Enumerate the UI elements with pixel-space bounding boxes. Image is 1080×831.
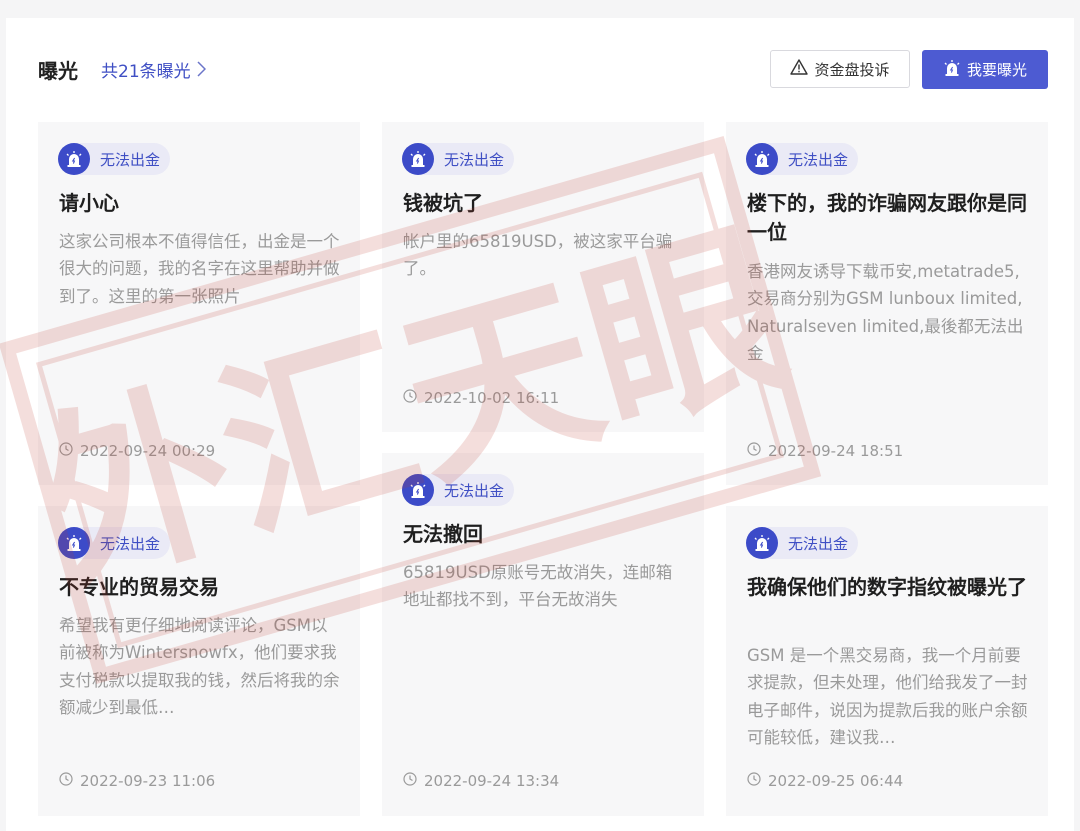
card-title: 钱被坑了 [403, 191, 483, 215]
card-body: GSM 是一个黑交易商，我一个月前要求提款，但未处理，他们给我发了一封电子邮件，… [747, 646, 1028, 747]
category-tag-label: 无法出金 [788, 534, 849, 553]
section-title: 曝光 [38, 59, 78, 83]
alarm-icon [58, 143, 90, 175]
card-time-text: 2022-09-23 11:06 [80, 772, 216, 790]
card-timestamp: 2022-09-24 13:34 [403, 772, 559, 790]
exposure-card[interactable]: 无法出金 不专业的贸易交易 希望我有更仔细地阅读评论，GSM以前被称为Winte… [38, 506, 360, 816]
clock-icon [59, 772, 80, 790]
clock-icon [403, 389, 424, 407]
card-timestamp: 2022-10-02 16:11 [403, 389, 559, 407]
clock-icon [747, 772, 768, 790]
alarm-icon [58, 527, 90, 559]
expose-label: 我要曝光 [966, 61, 1027, 79]
category-tag-label: 无法出金 [444, 481, 505, 500]
card-timestamp: 2022-09-24 18:51 [747, 442, 903, 460]
category-tag-label: 无法出金 [444, 150, 505, 169]
category-tag: 无法出金 [402, 474, 515, 506]
warning-icon [790, 59, 814, 79]
card-body: 65819USD原账号无故消失，连邮箱地址都找不到，平台无故消失 [403, 563, 673, 610]
card-time-text: 2022-09-25 06:44 [768, 772, 904, 790]
alarm-icon [746, 527, 778, 559]
category-tag: 无法出金 [402, 143, 515, 175]
exposure-count-link[interactable]: 共21条曝光 [101, 60, 206, 84]
alarm-icon [746, 143, 778, 175]
alarm-icon [943, 59, 967, 81]
card-timestamp: 2022-09-23 11:06 [59, 772, 215, 790]
alarm-icon [402, 474, 434, 506]
card-body: 希望我有更仔细地阅读评论，GSM以前被称为Wintersnowfx，他们要求我支… [59, 616, 340, 717]
exposure-count-label: 共21条曝光 [101, 62, 191, 82]
category-tag: 无法出金 [746, 143, 859, 175]
exposure-card[interactable]: 无法出金 钱被坑了 帐户里的65819USD，被这家平台骗了。 2022-10-… [382, 122, 704, 432]
exposure-card[interactable]: 无法出金 楼下的，我的诈骗网友跟你是同一位 香港网友诱导下载币安,metatra… [726, 122, 1048, 485]
category-tag: 无法出金 [58, 143, 171, 175]
clock-icon [59, 442, 80, 460]
expose-button[interactable]: 我要曝光 [922, 50, 1048, 89]
category-tag-label: 无法出金 [788, 150, 849, 169]
card-body: 香港网友诱导下载币安,metatrade5,交易商分别为GSM lunboux … [747, 262, 1024, 363]
ponzi-complaint-button[interactable]: 资金盘投诉 [770, 50, 910, 88]
card-title: 不专业的贸易交易 [59, 575, 219, 599]
card-time-text: 2022-09-24 13:34 [424, 772, 560, 790]
card-time-text: 2022-10-02 16:11 [424, 389, 560, 407]
card-body: 这家公司根本不值得信任，出金是一个很大的问题，我的名字在这里帮助并做到了。这里的… [59, 232, 340, 306]
clock-icon [403, 772, 424, 790]
card-timestamp: 2022-09-25 06:44 [747, 772, 903, 790]
category-tag-label: 无法出金 [100, 150, 161, 169]
category-tag: 无法出金 [746, 527, 859, 559]
card-time-text: 2022-09-24 18:51 [768, 442, 904, 460]
card-timestamp: 2022-09-24 00:29 [59, 442, 215, 460]
chevron-right-icon [197, 60, 206, 84]
category-tag-label: 无法出金 [100, 534, 161, 553]
card-title: 请小心 [59, 191, 119, 215]
alarm-icon [402, 143, 434, 175]
card-time-text: 2022-09-24 00:29 [80, 442, 216, 460]
exposure-card[interactable]: 无法出金 无法撤回 65819USD原账号无故消失，连邮箱地址都找不到，平台无故… [382, 453, 704, 816]
ponzi-complaint-label: 资金盘投诉 [814, 60, 890, 79]
clock-icon [747, 442, 768, 460]
exposure-card[interactable]: 无法出金 请小心 这家公司根本不值得信任，出金是一个很大的问题，我的名字在这里帮… [38, 122, 360, 485]
card-title: 无法撤回 [403, 522, 483, 546]
card-title: 楼下的，我的诈骗网友跟你是同一位 [747, 191, 1027, 244]
exposure-card[interactable]: 无法出金 我确保他们的数字指纹被曝光了 GSM 是一个黑交易商，我一个月前要求提… [726, 506, 1048, 816]
card-title: 我确保他们的数字指纹被曝光了 [747, 575, 1027, 599]
card-body: 帐户里的65819USD，被这家平台骗了。 [403, 232, 673, 279]
category-tag: 无法出金 [58, 527, 171, 559]
